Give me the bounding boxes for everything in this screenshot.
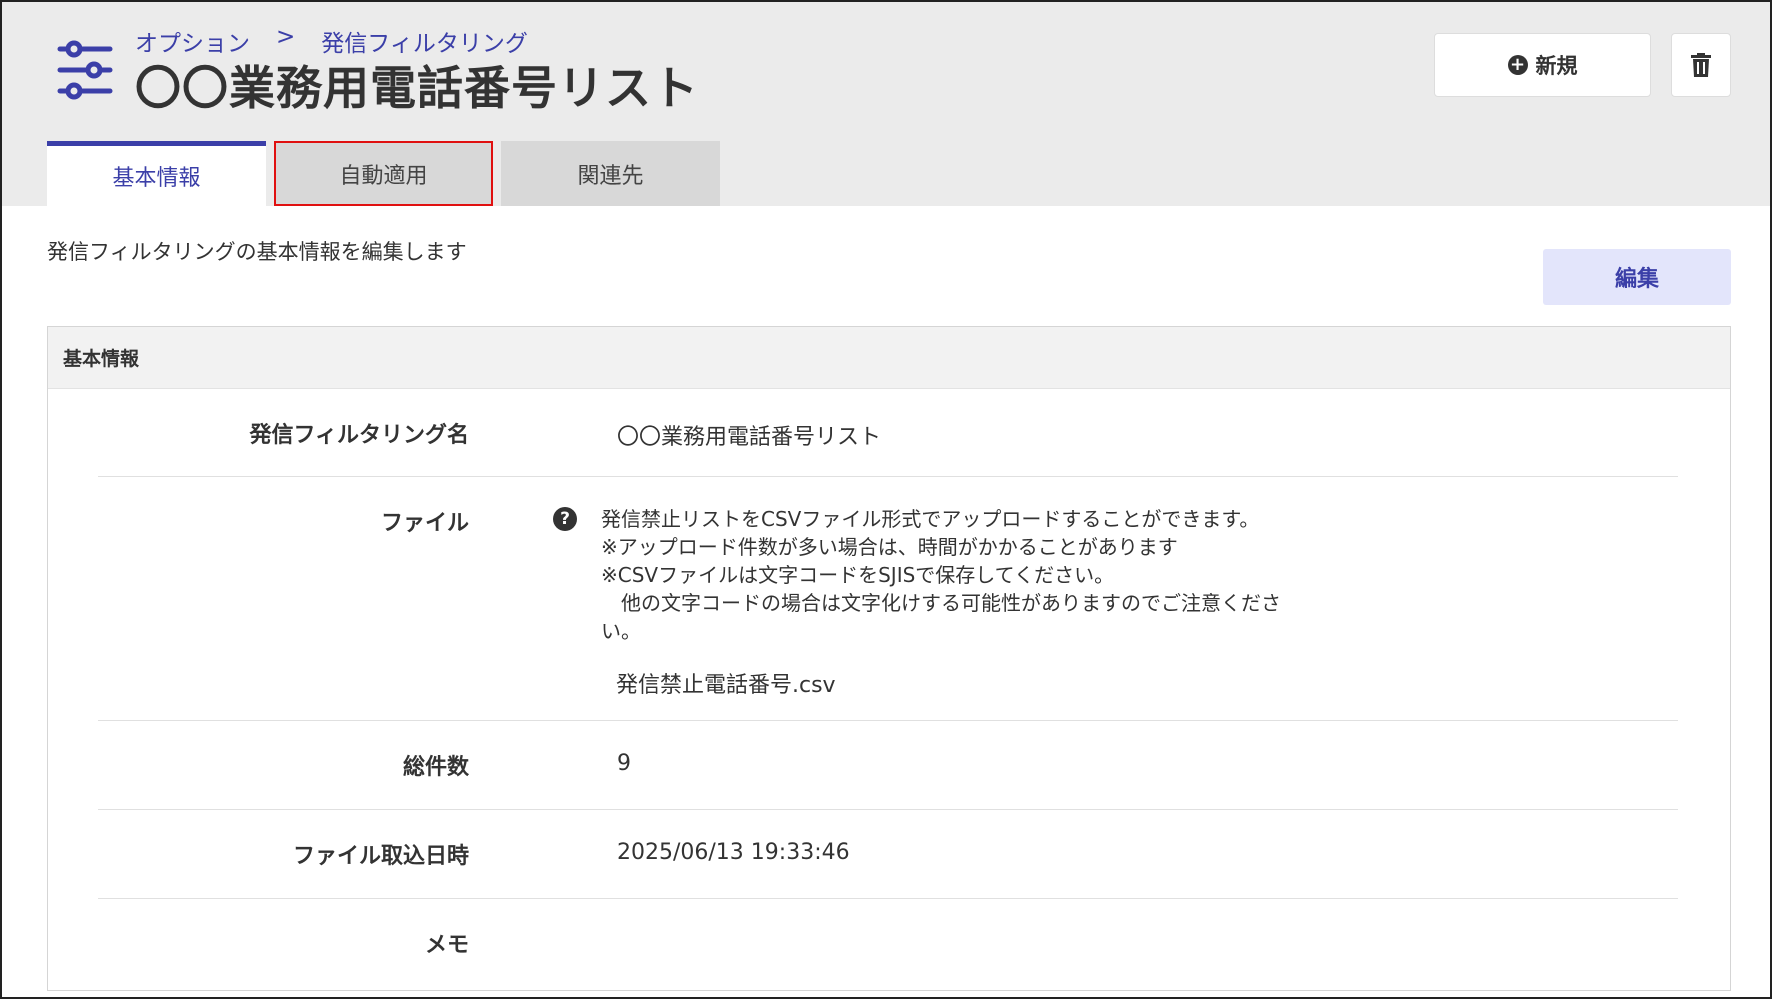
new-button[interactable]: + 新規 bbox=[1434, 33, 1651, 97]
field-label: メモ bbox=[424, 933, 469, 958]
field-row-total: 総件数 9 bbox=[98, 721, 1678, 810]
field-value-name: 〇〇業務用電話番号リスト bbox=[617, 425, 882, 450]
sliders-icon bbox=[57, 40, 113, 100]
tab-bar: 基本情報 自動適用 関連先 bbox=[47, 141, 720, 206]
tab-basic-info[interactable]: 基本情報 bbox=[47, 141, 266, 206]
file-note-line: ※アップロード件数が多い場合は、時間がかかることがあります bbox=[601, 535, 1178, 559]
field-value-total: 9 bbox=[617, 751, 631, 776]
new-button-label: 新規 bbox=[1535, 54, 1578, 78]
delete-button[interactable] bbox=[1671, 33, 1731, 97]
file-note-line: 発信禁止リストをCSVファイル形式でアップロードすることができます。 bbox=[601, 507, 1260, 531]
edit-button[interactable]: 編集 bbox=[1543, 249, 1731, 305]
field-label: ファイル bbox=[380, 511, 469, 536]
trash-icon bbox=[1691, 53, 1711, 77]
field-row-name: 発信フィルタリング名 〇〇業務用電話番号リスト bbox=[98, 389, 1678, 477]
question-circle-icon[interactable]: ? bbox=[553, 507, 577, 531]
tab-related[interactable]: 関連先 bbox=[501, 141, 720, 206]
field-row-imported-at: ファイル取込日時 2025/06/13 19:33:46 bbox=[98, 810, 1678, 899]
file-upload-notes: 発信禁止リストをCSVファイル形式でアップロードすることができます。 ※アップロ… bbox=[601, 505, 1281, 645]
file-note-line: ※CSVファイルは文字コードをSJISで保存してください。 bbox=[601, 563, 1115, 587]
page-description: 発信フィルタリングの基本情報を編集します bbox=[47, 240, 467, 264]
file-note-line: い。 bbox=[601, 619, 641, 643]
app-window: オプション > 発信フィルタリング 〇〇業務用電話番号リスト + 新規 基本情報… bbox=[0, 0, 1772, 999]
field-label: 発信フィルタリング名 bbox=[249, 423, 469, 448]
field-value-file: 発信禁止電話番号.csv bbox=[616, 673, 836, 698]
field-label: 総件数 bbox=[402, 755, 469, 780]
tab-auto-apply[interactable]: 自動適用 bbox=[274, 141, 493, 206]
field-row-memo: メモ bbox=[98, 899, 1678, 988]
page-header: オプション > 発信フィルタリング 〇〇業務用電話番号リスト + 新規 基本情報… bbox=[2, 2, 1770, 206]
field-row-file: ファイル ? 発信禁止リストをCSVファイル形式でアップロードすることができます… bbox=[98, 477, 1678, 721]
page-title: 〇〇業務用電話番号リスト bbox=[135, 61, 699, 115]
file-note-line: 他の文字コードの場合は文字化けする可能性がありますのでご注意くださ bbox=[601, 591, 1281, 615]
basic-info-section: 基本情報 発信フィルタリング名 〇〇業務用電話番号リスト ファイル ? 発信禁止… bbox=[47, 326, 1731, 991]
plus-circle-icon: + bbox=[1507, 55, 1528, 75]
field-label: ファイル取込日時 bbox=[292, 844, 469, 869]
section-title: 基本情報 bbox=[48, 327, 1730, 389]
field-value-imported-at: 2025/06/13 19:33:46 bbox=[617, 840, 850, 865]
